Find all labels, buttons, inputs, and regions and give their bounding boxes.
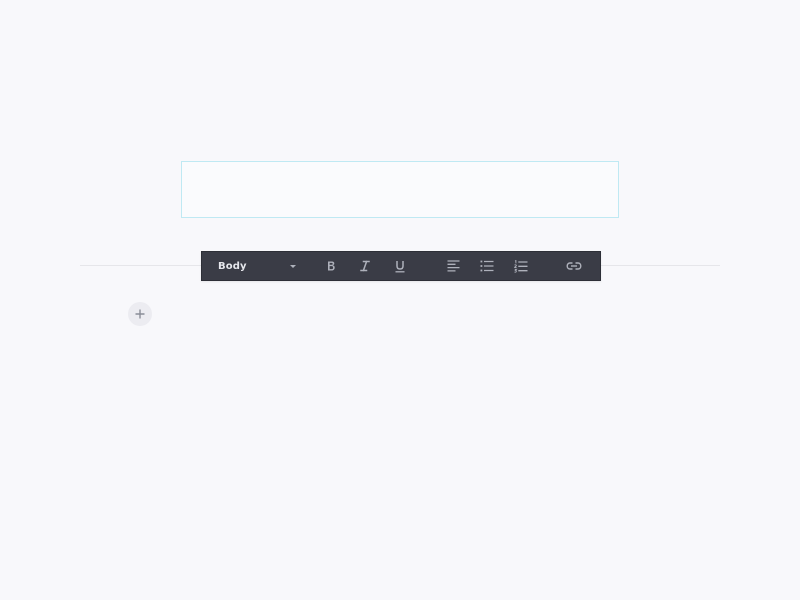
add-block-button[interactable] bbox=[128, 302, 152, 326]
italic-button[interactable] bbox=[353, 252, 377, 280]
align-left-icon bbox=[447, 260, 459, 272]
underline-icon bbox=[395, 260, 405, 272]
align-left-button[interactable] bbox=[441, 252, 465, 280]
underline-button[interactable] bbox=[388, 252, 412, 280]
link-button[interactable] bbox=[562, 252, 586, 280]
italic-icon bbox=[360, 260, 370, 272]
bold-icon bbox=[328, 261, 335, 271]
bullet-list-button[interactable] bbox=[475, 252, 499, 280]
bullet-list-icon bbox=[480, 260, 494, 272]
text-style-label: Body bbox=[218, 260, 247, 272]
bold-button[interactable] bbox=[319, 252, 343, 280]
caret-down-icon bbox=[290, 264, 296, 268]
formatting-toolbar: Body bbox=[201, 251, 601, 281]
numbered-list-button[interactable] bbox=[509, 252, 533, 280]
plus-icon bbox=[135, 309, 145, 319]
numbered-list-icon bbox=[514, 259, 528, 273]
text-block-editor[interactable] bbox=[181, 161, 619, 218]
text-style-dropdown[interactable]: Body bbox=[212, 252, 302, 280]
link-icon bbox=[566, 262, 582, 270]
